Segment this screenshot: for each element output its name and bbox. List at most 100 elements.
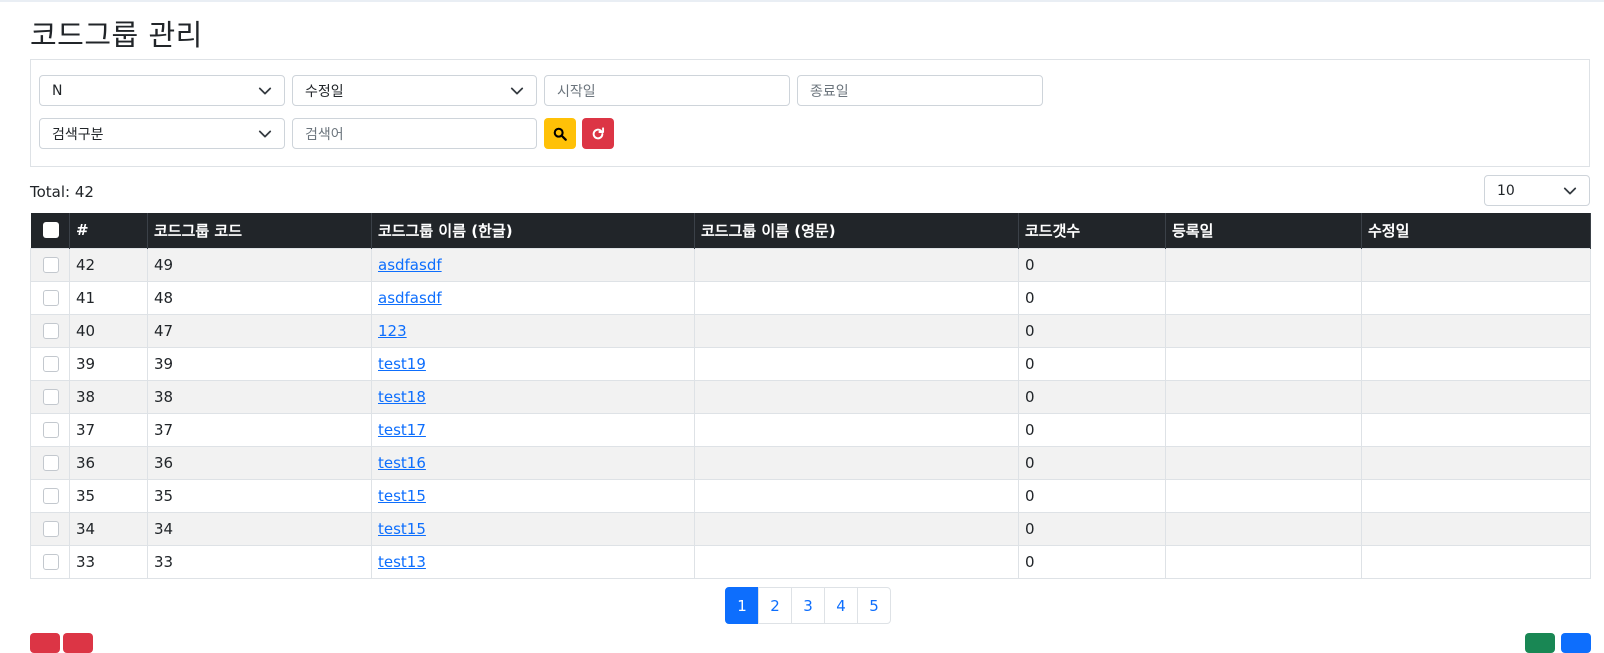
col-header-reg-date: 등록일 bbox=[1165, 213, 1362, 248]
cell-name-ko: test15 bbox=[371, 478, 695, 513]
delete-button[interactable] bbox=[30, 633, 60, 653]
col-header-name-ko: 코드그룹 이름 (한글) bbox=[371, 213, 695, 248]
use-select[interactable]: N bbox=[39, 75, 285, 106]
cell-reg-date bbox=[1165, 511, 1362, 546]
pagination: 1 2 3 4 5 bbox=[725, 587, 891, 624]
cell-name-ko: asdfasdf bbox=[371, 247, 695, 282]
cell-mod-date bbox=[1361, 412, 1591, 447]
group-name-link[interactable]: test16 bbox=[378, 454, 426, 472]
cell-number: 34 bbox=[69, 511, 148, 546]
code-group-table: # 코드그룹 코드 코드그룹 이름 (한글) 코드그룹 이름 (영문) 코드갯수… bbox=[30, 213, 1591, 579]
row-checkbox[interactable] bbox=[43, 454, 59, 471]
group-name-link[interactable]: test15 bbox=[378, 487, 426, 505]
page-5-button[interactable]: 5 bbox=[857, 587, 891, 624]
cell-group-code: 38 bbox=[147, 379, 372, 414]
col-header-code-count: 코드갯수 bbox=[1018, 213, 1166, 248]
cell-number: 42 bbox=[69, 247, 148, 282]
group-name-link[interactable]: test17 bbox=[378, 421, 426, 439]
cell-number: 38 bbox=[69, 379, 148, 414]
cell-name-en bbox=[694, 280, 1019, 315]
cell-mod-date bbox=[1361, 280, 1591, 315]
group-name-link[interactable]: test19 bbox=[378, 355, 426, 373]
search-button[interactable] bbox=[544, 118, 576, 149]
row-checkbox[interactable] bbox=[43, 322, 59, 339]
row-checkbox[interactable] bbox=[43, 520, 59, 537]
row-checkbox[interactable] bbox=[43, 388, 59, 405]
col-header-mod-date: 수정일 bbox=[1361, 213, 1591, 248]
cell-reg-date bbox=[1165, 280, 1362, 315]
cell-mod-date bbox=[1361, 313, 1591, 348]
cell-select bbox=[30, 379, 70, 414]
cell-select bbox=[30, 478, 70, 513]
total-count: Total: 42 bbox=[30, 183, 94, 201]
search-panel: N 수정일 시작일 종료일 검색구분 검색어 bbox=[30, 59, 1590, 167]
col-header-group-code: 코드그룹 코드 bbox=[147, 213, 372, 248]
row-checkbox[interactable] bbox=[43, 289, 59, 306]
start-date-input[interactable]: 시작일 bbox=[544, 75, 790, 106]
row-checkbox[interactable] bbox=[43, 256, 59, 273]
cell-name-en bbox=[694, 412, 1019, 447]
table-row: 33 33 test13 0 bbox=[30, 544, 1591, 579]
page-1-button[interactable]: 1 bbox=[725, 587, 759, 624]
cell-select bbox=[30, 247, 70, 282]
row-checkbox[interactable] bbox=[43, 421, 59, 438]
remove-button[interactable] bbox=[63, 633, 93, 653]
cell-number: 39 bbox=[69, 346, 148, 381]
cell-code-count: 0 bbox=[1018, 313, 1166, 348]
cell-number: 36 bbox=[69, 445, 148, 480]
group-name-link[interactable]: test18 bbox=[378, 388, 426, 406]
group-name-link[interactable]: test15 bbox=[378, 520, 426, 538]
cell-reg-date bbox=[1165, 247, 1362, 282]
row-checkbox[interactable] bbox=[43, 553, 59, 570]
cell-name-ko: test18 bbox=[371, 379, 695, 414]
cell-name-en bbox=[694, 445, 1019, 480]
cell-number: 35 bbox=[69, 478, 148, 513]
group-name-link[interactable]: test13 bbox=[378, 553, 426, 571]
cell-code-count: 0 bbox=[1018, 511, 1166, 546]
cell-select bbox=[30, 346, 70, 381]
cell-number: 40 bbox=[69, 313, 148, 348]
col-header-number: # bbox=[69, 213, 148, 248]
page-4-button[interactable]: 4 bbox=[824, 587, 858, 624]
reset-button[interactable] bbox=[582, 118, 614, 149]
cell-name-en bbox=[694, 544, 1019, 579]
cell-reg-date bbox=[1165, 346, 1362, 381]
keyword-input[interactable]: 검색어 bbox=[292, 118, 537, 149]
row-checkbox[interactable] bbox=[43, 355, 59, 372]
register-button[interactable] bbox=[1561, 633, 1591, 653]
cell-reg-date bbox=[1165, 379, 1362, 414]
table-row: 38 38 test18 0 bbox=[30, 379, 1591, 414]
cell-name-en bbox=[694, 478, 1019, 513]
cell-number: 37 bbox=[69, 412, 148, 447]
cell-select bbox=[30, 511, 70, 546]
end-date-input[interactable]: 종료일 bbox=[797, 75, 1043, 106]
keyword-placeholder: 검색어 bbox=[305, 126, 344, 143]
table-row: 42 49 asdfasdf 0 bbox=[30, 247, 1591, 282]
chevron-down-icon bbox=[1563, 187, 1577, 195]
cell-code-count: 0 bbox=[1018, 544, 1166, 579]
cell-name-en bbox=[694, 247, 1019, 282]
group-name-link[interactable]: asdfasdf bbox=[378, 256, 442, 274]
group-name-link[interactable]: asdfasdf bbox=[378, 289, 442, 307]
page-2-button[interactable]: 2 bbox=[758, 587, 792, 624]
cell-code-count: 0 bbox=[1018, 478, 1166, 513]
date-type-select[interactable]: 수정일 bbox=[292, 75, 537, 106]
cell-select bbox=[30, 544, 70, 579]
cell-group-code: 37 bbox=[147, 412, 372, 447]
search-icon bbox=[553, 127, 567, 141]
page-3-button[interactable]: 3 bbox=[791, 587, 825, 624]
cell-group-code: 48 bbox=[147, 280, 372, 315]
cell-select bbox=[30, 313, 70, 348]
group-name-link[interactable]: 123 bbox=[378, 322, 407, 340]
search-type-select[interactable]: 검색구분 bbox=[39, 118, 285, 149]
table-row: 39 39 test19 0 bbox=[30, 346, 1591, 381]
cell-mod-date bbox=[1361, 445, 1591, 480]
cell-name-ko: test16 bbox=[371, 445, 695, 480]
select-all-checkbox[interactable] bbox=[42, 222, 59, 239]
page-size-select[interactable]: 10 bbox=[1484, 175, 1590, 206]
chevron-down-icon bbox=[258, 87, 272, 95]
cell-name-en bbox=[694, 511, 1019, 546]
excel-button[interactable] bbox=[1525, 633, 1555, 653]
cell-reg-date bbox=[1165, 478, 1362, 513]
row-checkbox[interactable] bbox=[43, 487, 59, 504]
